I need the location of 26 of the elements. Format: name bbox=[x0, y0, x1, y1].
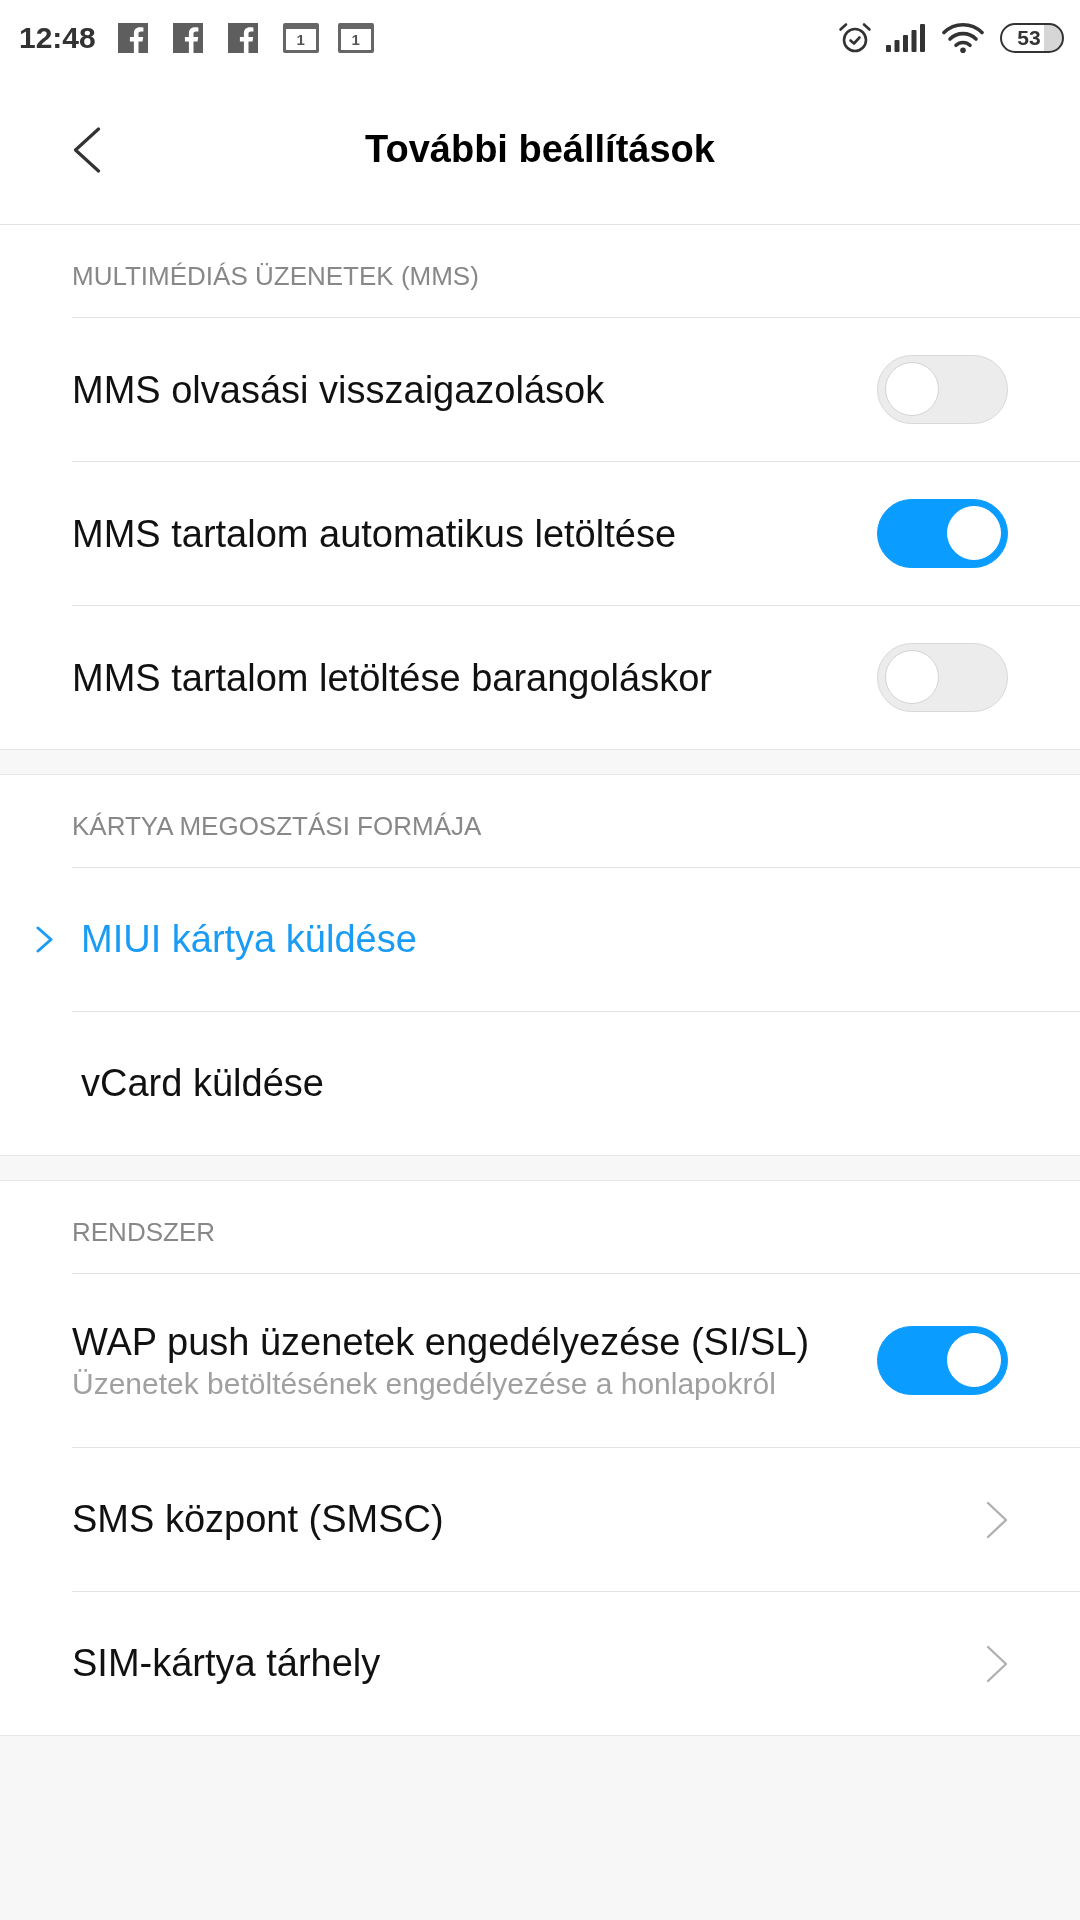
facebook-icon bbox=[227, 22, 258, 53]
option-item[interactable]: vCard küldése bbox=[0, 1012, 1080, 1155]
setting-label: WAP push üzenetek engedélyezése (SI/SL) bbox=[72, 1319, 810, 1365]
chevron-icon bbox=[986, 1644, 1008, 1683]
status-time: 12:48 bbox=[19, 20, 96, 55]
setting-label: MMS tartalom automatikus letöltése bbox=[72, 511, 676, 557]
facebook-icon bbox=[117, 22, 148, 53]
setting-description: Üzenetek betöltésének engedélyezése a honlapokról bbox=[72, 1365, 777, 1402]
section-header: KÁRTYA MEGOSZTÁSI FORMÁJA bbox=[72, 811, 482, 841]
setting-label: MMS tartalom letöltése barangoláskor bbox=[72, 655, 712, 701]
battery-percentage: 53 bbox=[1017, 27, 1041, 48]
chevron-icon bbox=[36, 926, 54, 953]
settings-link[interactable]: SIM-kártya tárhely bbox=[0, 1592, 1080, 1735]
chevron-icon bbox=[986, 1500, 1008, 1539]
settings-link[interactable]: SMS központ (SMSC) bbox=[0, 1448, 1080, 1591]
back-icon bbox=[73, 126, 101, 173]
section-header: RENDSZER bbox=[72, 1217, 215, 1247]
signal-icon bbox=[886, 23, 926, 52]
section-header: MULTIMÉDIÁS ÜZENETEK (MMS) bbox=[72, 261, 479, 291]
wifi-icon bbox=[942, 22, 984, 53]
calendar-day: 1 bbox=[351, 31, 360, 47]
facebook-icon bbox=[172, 22, 203, 53]
calendar-day: 1 bbox=[296, 31, 305, 47]
page-title: További beállítások bbox=[365, 128, 715, 171]
alarm-clock-icon bbox=[838, 21, 872, 54]
setting-label: MMS olvasási visszaigazolások bbox=[72, 367, 605, 413]
